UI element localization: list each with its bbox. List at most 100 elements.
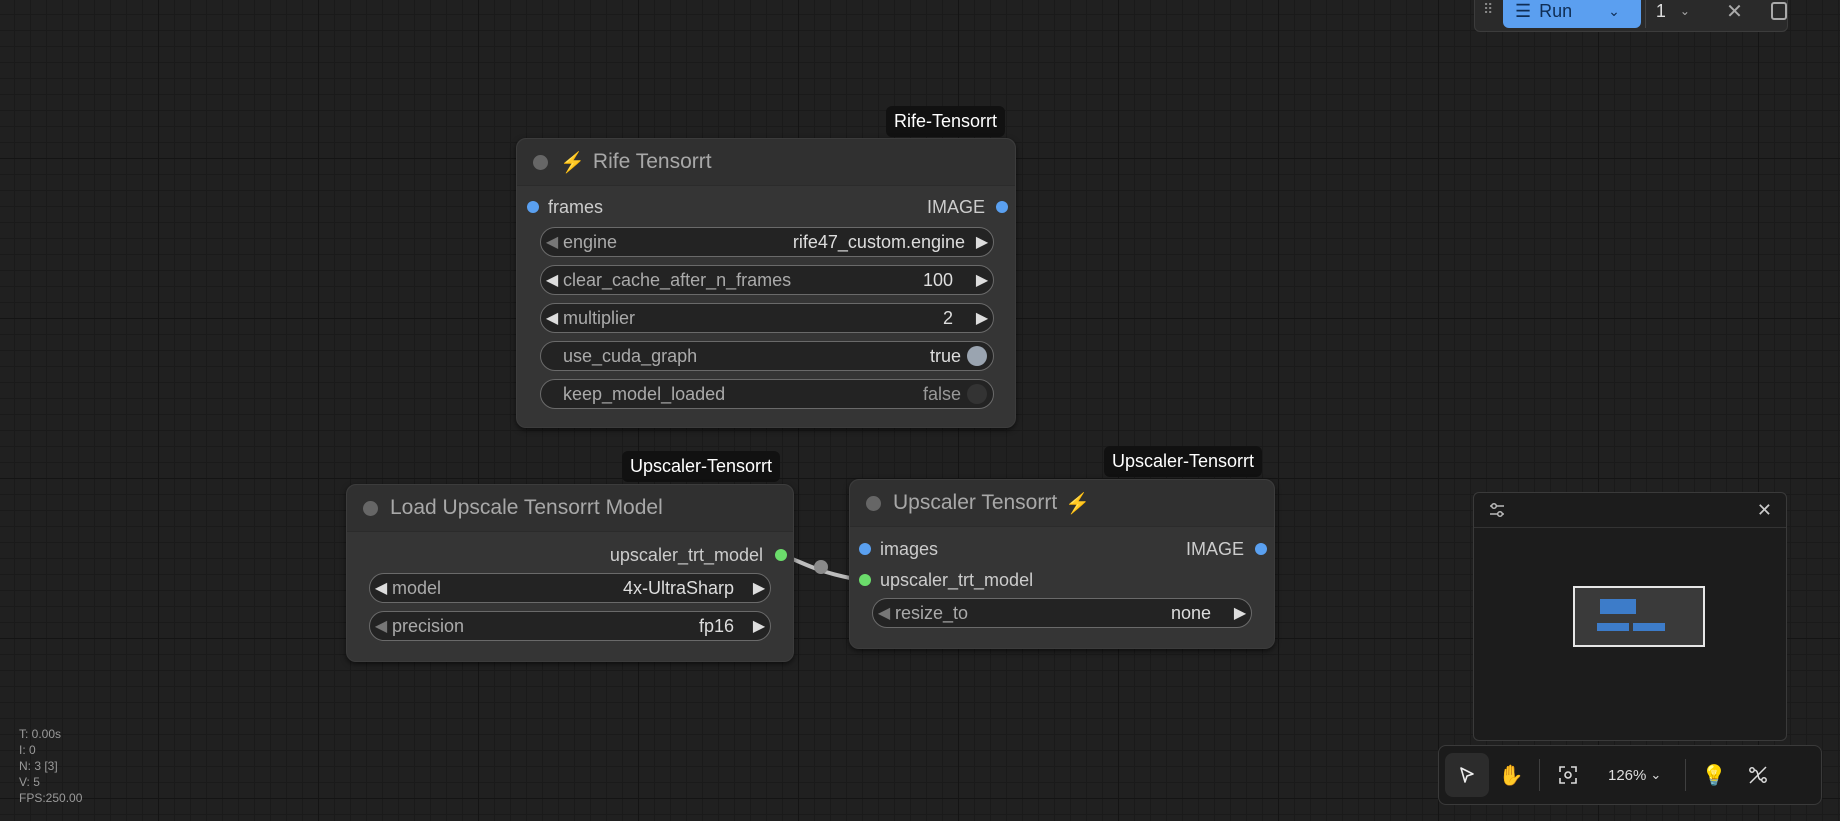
input-label-images: images xyxy=(880,538,939,559)
stat-i: I: 0 xyxy=(19,743,36,757)
lightbulb-icon: 💡 xyxy=(1701,764,1727,787)
select-tool-button[interactable] xyxy=(1445,753,1489,797)
widget-value: 2 xyxy=(942,307,953,328)
fit-view-button[interactable] xyxy=(1546,753,1590,797)
node-title: Upscaler Tensorrt xyxy=(893,491,1058,514)
zoom-level: 126% xyxy=(1608,766,1647,784)
link-midpoint[interactable] xyxy=(814,560,828,574)
widget-label: multiplier xyxy=(563,307,636,328)
close-icon[interactable]: ✕ xyxy=(1726,0,1743,24)
render-stats: T: 0.00s I: 0 N: 3 [3] V: 5 FPS:250.00 xyxy=(19,726,82,806)
widget-label: resize_to xyxy=(895,602,969,623)
widget-value: 100 xyxy=(922,269,953,290)
increment-arrow[interactable]: ▶ xyxy=(748,616,770,636)
decrement-arrow[interactable]: ◀ xyxy=(370,616,392,636)
chevron-down-icon[interactable]: ⌄ xyxy=(1608,3,1620,20)
node-collapse-dot[interactable] xyxy=(363,500,378,516)
minimap-node xyxy=(1633,623,1665,631)
widget-multiplier[interactable]: ◀ multiplier 2 ▶ xyxy=(540,303,994,333)
upscaler-tensorrt-node[interactable]: Upscaler Tensorrt ⚡ images IMAGE upscale… xyxy=(849,479,1275,649)
hide-links-icon xyxy=(1749,766,1768,784)
batch-count-value: 1 xyxy=(1655,0,1666,21)
chevron-down-icon: ⌄ xyxy=(1650,767,1662,782)
widget-keep-model-loaded[interactable]: keep_model_loaded false xyxy=(540,379,994,409)
widget-value: rife47_custom.engine xyxy=(792,231,965,252)
fit-view-icon xyxy=(1559,766,1577,784)
load-upscale-tensorrt-model-node[interactable]: Load Upscale Tensorrt Model upscaler_trt… xyxy=(346,484,794,662)
widget-engine[interactable]: ◀ engine rife47_custom.engine ▶ xyxy=(540,227,994,257)
pan-tool-button[interactable]: ✋ xyxy=(1489,753,1533,797)
widget-model[interactable]: ◀ model 4x-UltraSharp ▶ xyxy=(369,573,771,603)
stepper-down-icon[interactable]: ⌄ xyxy=(1680,4,1690,18)
input-label-upscaler-trt-model: upscaler_trt_model xyxy=(880,569,1034,590)
run-button[interactable]: ☰ Run ⌄ xyxy=(1503,0,1641,28)
widget-value: true xyxy=(929,345,961,366)
queue-icon: ☰ xyxy=(1515,0,1532,21)
output-label-image: IMAGE xyxy=(1185,538,1244,559)
rife-tensorrt-node[interactable]: ⚡ Rife Tensorrt frames IMAGE ◀ engine ri… xyxy=(516,138,1016,428)
stat-nodes: N: 3 [3] xyxy=(19,759,58,773)
stat-time: T: 0.00s xyxy=(19,727,62,741)
widget-precision[interactable]: ◀ precision fp16 ▶ xyxy=(369,611,771,641)
increment-arrow[interactable]: ▶ xyxy=(971,270,993,290)
increment-arrow[interactable]: ▶ xyxy=(1229,603,1251,623)
decrement-arrow[interactable]: ◀ xyxy=(541,270,563,290)
node-title: Load Upscale Tensorrt Model xyxy=(390,496,663,519)
pointer-icon xyxy=(1460,767,1474,783)
node-collapse-dot[interactable] xyxy=(533,154,548,170)
toolbar-divider xyxy=(1539,759,1540,791)
node-collapse-dot[interactable] xyxy=(866,495,881,511)
drag-handle-icon[interactable]: ⠿ xyxy=(1483,1,1493,18)
minimap-panel[interactable]: ✕ xyxy=(1473,492,1787,741)
input-label-frames: frames xyxy=(548,196,604,217)
widget-label: use_cuda_graph xyxy=(563,345,698,366)
run-toolbar: ⠿ ☰ Run ⌄ 1 ⌄ ✕ xyxy=(1474,0,1788,32)
minimap-viewport[interactable] xyxy=(1573,586,1705,647)
decrement-arrow[interactable]: ◀ xyxy=(541,308,563,328)
increment-arrow[interactable]: ▶ xyxy=(971,232,993,252)
output-label-image: IMAGE xyxy=(926,196,985,217)
decrement-arrow[interactable]: ◀ xyxy=(370,578,392,598)
stat-v: V: 5 xyxy=(19,775,40,789)
increment-arrow[interactable]: ▶ xyxy=(748,578,770,598)
decrement-arrow[interactable]: ◀ xyxy=(541,232,563,252)
widget-value: fp16 xyxy=(698,615,734,636)
increment-arrow[interactable]: ▶ xyxy=(971,308,993,328)
output-label-upscaler-trt-model: upscaler_trt_model xyxy=(609,544,763,565)
toggle-on-indicator[interactable] xyxy=(967,346,987,366)
widget-value: false xyxy=(922,383,961,404)
close-icon[interactable]: ✕ xyxy=(1757,500,1772,521)
input-port-images[interactable] xyxy=(859,543,871,555)
settings-icon[interactable] xyxy=(1488,501,1506,519)
widget-label: engine xyxy=(563,231,618,252)
node-title: Rife Tensorrt xyxy=(592,150,712,173)
bolt-icon: ⚡ xyxy=(560,151,585,174)
widget-value: none xyxy=(1170,602,1211,623)
minimap-node xyxy=(1600,599,1636,614)
output-port-image[interactable] xyxy=(1255,543,1267,555)
output-port-upscaler-trt-model[interactable] xyxy=(775,549,787,561)
widget-label: clear_cache_after_n_frames xyxy=(563,269,792,290)
zoom-control[interactable]: 126% ⌄ xyxy=(1608,767,1661,784)
widget-clear-cache[interactable]: ◀ clear_cache_after_n_frames 100 ▶ xyxy=(540,265,994,295)
stat-fps: FPS:250.00 xyxy=(19,791,83,805)
input-port-frames[interactable] xyxy=(527,201,539,213)
widget-value: 4x-UltraSharp xyxy=(622,577,734,598)
bolt-icon: ⚡ xyxy=(1065,492,1091,515)
output-port-image[interactable] xyxy=(996,201,1008,213)
toolbar-divider xyxy=(1685,759,1687,791)
widget-label: precision xyxy=(392,615,465,636)
widget-label: model xyxy=(392,577,442,598)
widget-label: keep_model_loaded xyxy=(563,383,726,404)
batch-count-input[interactable]: 1 ⌄ xyxy=(1644,0,1704,28)
input-port-upscaler-trt-model[interactable] xyxy=(859,574,871,586)
decrement-arrow[interactable]: ◀ xyxy=(873,603,895,623)
widget-use-cuda-graph[interactable]: use_cuda_graph true xyxy=(540,341,994,371)
node-badge-upscaler: Upscaler-Tensorrt xyxy=(1104,446,1263,477)
square-icon[interactable] xyxy=(1770,2,1787,20)
widget-resize-to[interactable]: ◀ resize_to none ▶ xyxy=(872,598,1252,628)
node-badge-rife: Rife-Tensorrt xyxy=(886,106,1006,137)
tips-button[interactable]: 💡 xyxy=(1692,753,1736,797)
toggle-off-indicator[interactable] xyxy=(967,384,987,404)
toggle-links-button[interactable] xyxy=(1736,753,1780,797)
